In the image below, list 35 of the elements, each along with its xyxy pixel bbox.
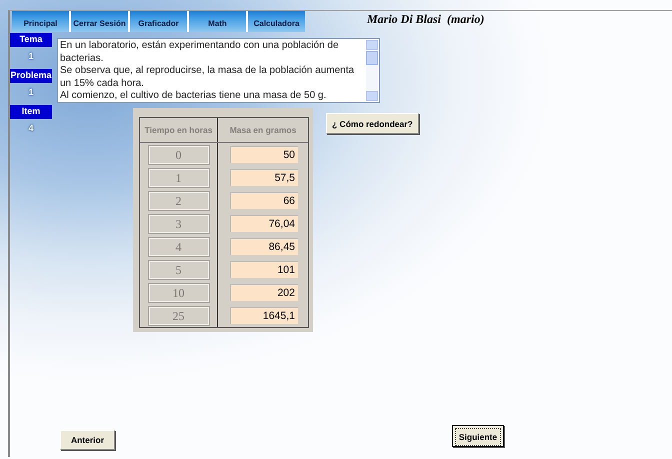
sidebar-label: Problema (10, 69, 52, 83)
mass-field[interactable]: 57,5 (230, 169, 298, 186)
time-cell: 4 (148, 238, 208, 256)
mass-field[interactable]: 86,45 (230, 238, 298, 255)
nav-tab[interactable]: Calculadora (248, 11, 305, 32)
column-header: Masa en gramos (228, 124, 298, 137)
time-cell: 1 (148, 168, 208, 186)
user-name: Mario Di Blasi (mario) (367, 11, 484, 27)
time-cell: 5 (148, 260, 208, 278)
sidebar-value: 1 (27, 51, 34, 61)
column-header: Tiempo en horas (140, 118, 218, 142)
mass-field[interactable]: 202 (230, 284, 298, 301)
mass-field[interactable]: 76,04 (230, 215, 298, 232)
mass-field[interactable]: 66 (230, 192, 298, 209)
previous-button[interactable]: Anterior (60, 430, 115, 450)
mass-field[interactable]: 50 (230, 146, 298, 163)
nav-tab[interactable]: Math (189, 11, 246, 32)
sidebar-value: 1 (27, 87, 34, 97)
nav-tab[interactable]: Graficador (130, 11, 187, 32)
scrollbar[interactable] (366, 40, 378, 101)
nav-tab[interactable]: Principal (12, 11, 69, 32)
mass-field[interactable]: 1645,1 (230, 307, 298, 324)
time-cell: 3 (148, 214, 208, 232)
time-cell: 10 (148, 284, 208, 302)
problem-text: En un laboratorio, están experimentando con una población de bacterias. Se observa que, al reproducirse, la masa de la población aumenta un 15% cada hora. Al comienzo, el cultivo de bacterias tiene una masa de 50 g. (59, 39, 356, 102)
time-cell: 2 (148, 192, 208, 210)
rounding-help-button[interactable]: ¿ Cómo redondear? (326, 113, 419, 134)
sidebar-value: 4 (27, 123, 34, 133)
nav-tab[interactable]: Cerrar Sesión (71, 11, 128, 32)
next-button[interactable]: Siguiente (452, 425, 504, 447)
time-cell: 0 (148, 146, 208, 164)
sidebar-label: Tema (10, 33, 52, 47)
time-cell: 25 (148, 306, 208, 324)
mass-field[interactable]: 101 (230, 261, 298, 278)
sidebar-label: Item (10, 105, 52, 119)
